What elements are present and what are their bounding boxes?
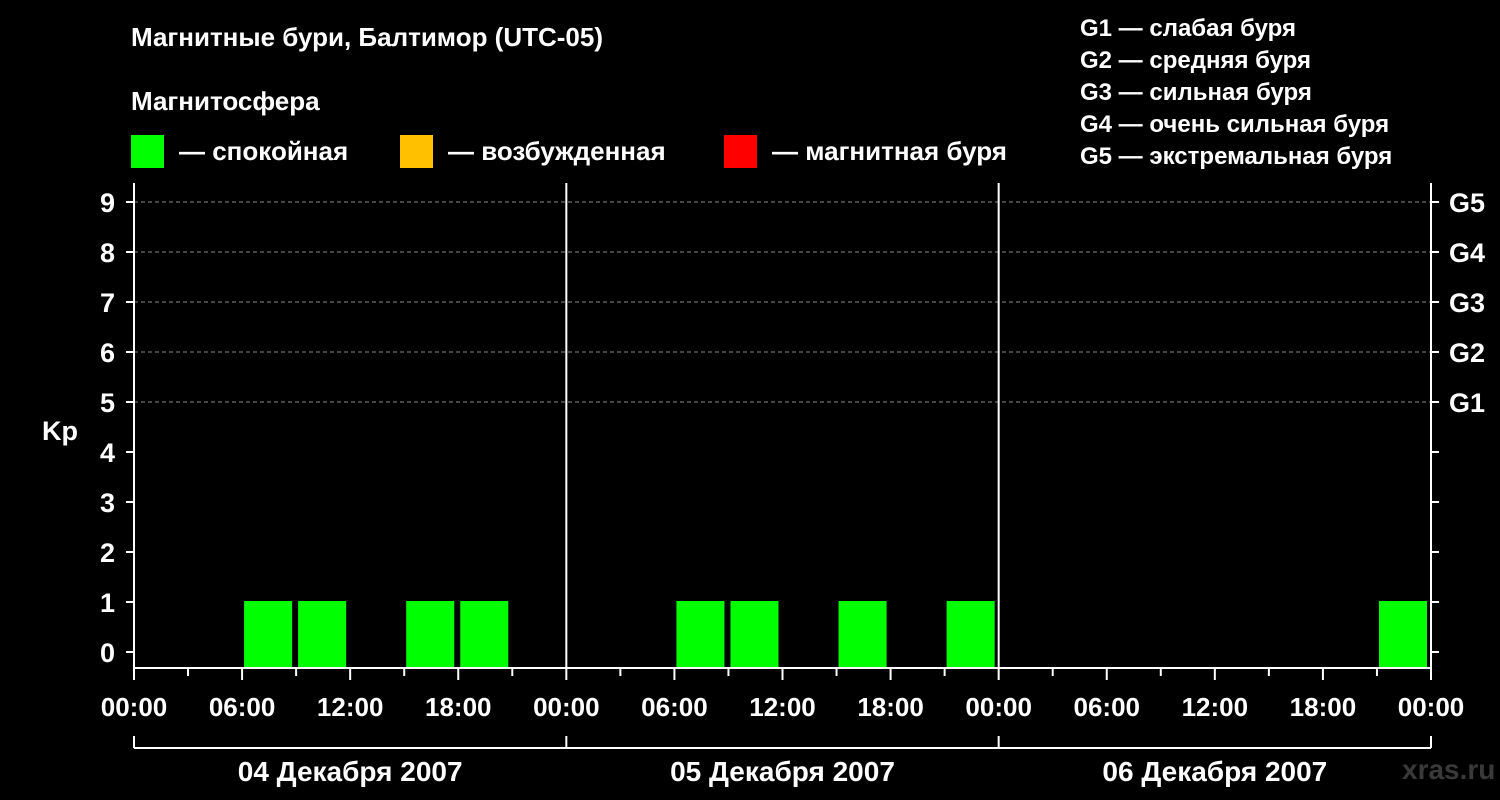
watermark: xras.ru [1402, 754, 1496, 785]
x-tick-label: 06:00 [209, 692, 276, 722]
x-tick-label: 00:00 [965, 692, 1032, 722]
kp-bar [838, 601, 887, 668]
y-tick-label: 4 [100, 438, 115, 468]
kp-bar [676, 601, 725, 668]
kp-bar [946, 601, 995, 668]
kp-bar [1378, 601, 1427, 668]
y-tick-label: 0 [100, 638, 115, 668]
kp-chart: 0 1 2 3 4 5 6 7 8 9 G1 G2 G3 G4 G5 Kp 00:00 06:00 12:00 18:… [42, 183, 1485, 787]
kp-bar [244, 601, 293, 668]
y-tick-label: 5 [100, 388, 115, 418]
y-tick-label: 1 [100, 588, 115, 618]
g-level-label: G5 [1449, 188, 1485, 218]
g-level-label: G1 [1449, 388, 1485, 418]
day-label: 06 Декабря 2007 [1102, 756, 1327, 787]
x-tick-label: 12:00 [317, 692, 384, 722]
y-tick-label: 7 [100, 288, 115, 318]
x-tick-label: 18:00 [1290, 692, 1357, 722]
y-axis-label: Kp [42, 416, 78, 446]
y-tick-label: 6 [100, 338, 115, 368]
x-tick-label: 00:00 [533, 692, 600, 722]
g-level-label: G4 [1449, 238, 1485, 268]
kp-bar [298, 601, 347, 668]
kp-bar [406, 601, 455, 668]
kp-bar [460, 601, 509, 668]
day-label: 05 Декабря 2007 [670, 756, 895, 787]
g-level-label: G3 [1449, 288, 1485, 318]
g-level-label: G2 [1449, 338, 1485, 368]
day-label: 04 Декабря 2007 [238, 756, 463, 787]
y-tick-label: 3 [100, 488, 115, 518]
x-tick-label: 00:00 [1398, 692, 1465, 722]
x-tick-label: 06:00 [1074, 692, 1141, 722]
x-tick-label: 12:00 [1182, 692, 1249, 722]
x-tick-label: 18:00 [857, 692, 924, 722]
y-tick-label: 9 [100, 188, 115, 218]
y-tick-label: 8 [100, 238, 115, 268]
kp-bar [730, 601, 779, 668]
x-tick-label: 12:00 [749, 692, 816, 722]
x-tick-label: 06:00 [641, 692, 708, 722]
x-tick-label: 00:00 [101, 692, 168, 722]
x-tick-label: 18:00 [425, 692, 492, 722]
y-tick-label: 2 [100, 538, 115, 568]
